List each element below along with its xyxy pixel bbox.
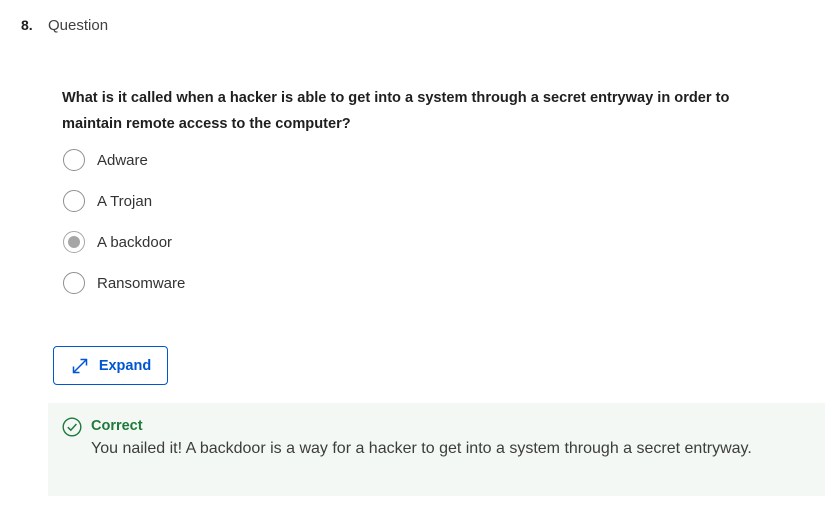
question-number: 8. [21,17,33,33]
radio-button[interactable] [63,272,85,294]
option-a-backdoor[interactable]: A backdoor [63,230,185,254]
check-circle-icon [62,417,82,437]
option-label: A backdoor [97,233,173,251]
expand-button-label: Expand [98,357,152,374]
option-label: Ransomware [97,274,186,292]
radio-button[interactable] [63,149,85,171]
feedback-message: You nailed it! A backdoor is a way for a… [91,440,752,457]
expand-button[interactable]: Expand [53,346,168,385]
radio-button[interactable] [63,190,85,212]
option-a-trojan[interactable]: A Trojan [63,189,185,213]
option-label: A Trojan [97,192,153,210]
answer-options: Adware A Trojan A backdoor Ransomware [63,148,185,312]
question-header: 8. Question [21,17,108,34]
quiz-page: 8. Question What is it called when a hac… [0,0,825,516]
radio-button[interactable] [63,231,85,253]
option-label: Adware [97,151,148,169]
question-label: Question [48,17,109,34]
option-adware[interactable]: Adware [63,148,185,172]
expand-arrows-icon [70,356,90,376]
feedback-status: Correct [91,418,143,434]
option-ransomware[interactable]: Ransomware [63,271,185,295]
feedback-panel: Correct You nailed it! A backdoor is a w… [48,403,825,496]
question-text: What is it called when a hacker is able … [62,90,730,132]
